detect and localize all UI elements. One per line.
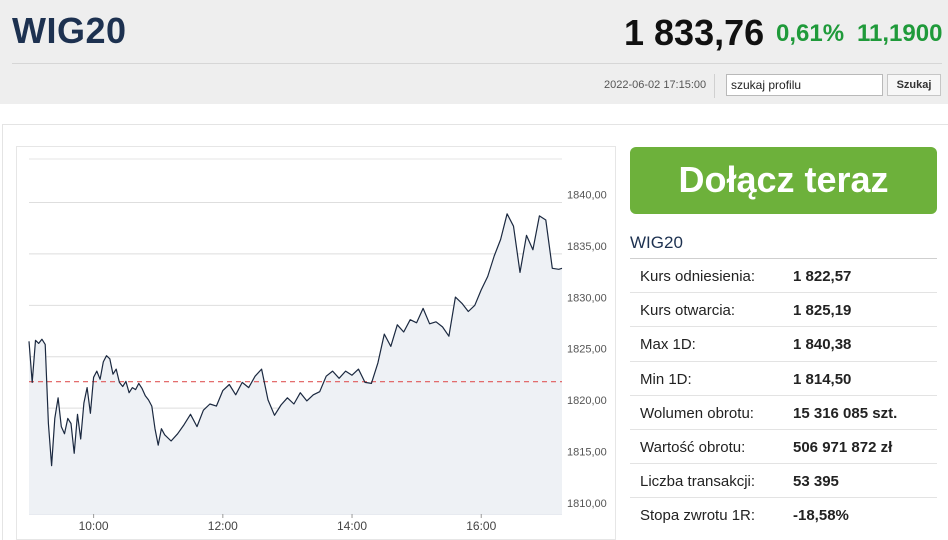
stats-row-label: Liczba transakcji: <box>640 473 756 491</box>
stats-row: Wartość obrotu: 506 971 872 zł <box>630 430 937 465</box>
y-tick-label: 1840,00 <box>567 190 607 202</box>
y-tick-label: 1825,00 <box>567 344 607 356</box>
x-tick-label: 16:00 <box>466 519 496 533</box>
stats-row-value: 506 971 872 zł <box>793 438 893 456</box>
x-tick-label: 12:00 <box>208 519 238 533</box>
y-tick-label: 1810,00 <box>567 498 607 510</box>
stats-row-label: Min 1D: <box>640 370 692 388</box>
chart-canvas: 1810,00 1815,00 1820,00 1825,00 1830,00 1835,… <box>28 158 607 533</box>
y-tick-label: 1835,00 <box>567 241 607 253</box>
stats-row-value: 1 822,57 <box>793 268 852 285</box>
search-divider <box>714 74 715 98</box>
stats-row-value: 1 840,38 <box>793 336 852 354</box>
stats-row-label: Max 1D: <box>640 336 696 354</box>
search-input[interactable] <box>726 74 883 96</box>
intraday-chart: 1810,00 1815,00 1820,00 1825,00 1830,00 1835,… <box>16 146 616 540</box>
quote-timestamp: 2022-06-02 17:15:00 <box>604 79 707 91</box>
stats-row-label: Wolumen obrotu: <box>640 404 754 422</box>
y-tick-label: 1815,00 <box>567 447 607 459</box>
y-tick-label: 1830,00 <box>567 292 607 304</box>
stats-row: Wolumen obrotu: 15 316 085 szt. <box>630 396 937 430</box>
stats-row: Kurs otwarcia: 1 825,19 <box>630 293 937 328</box>
change-absolute: 11,1900 <box>857 20 943 47</box>
stats-table: Kurs odniesienia: 1 822,57 Kurs otwarcia: 1… <box>630 259 937 533</box>
search-button[interactable]: Szukaj <box>887 74 941 96</box>
current-price: 1 833,76 <box>624 12 765 53</box>
stats-row: Min 1D: 1 814,50 <box>630 362 937 396</box>
y-tick-label: 1820,00 <box>567 395 607 407</box>
x-tick-label: 14:00 <box>337 519 367 533</box>
stats-row-value: 1 814,50 <box>793 370 852 388</box>
stats-row-value: 1 825,19 <box>793 302 852 320</box>
x-tick-label: 10:00 <box>79 519 109 533</box>
stats-row-label: Kurs odniesienia: <box>640 268 756 285</box>
change-percent: 0,61% <box>776 20 845 47</box>
quote-header: WIG20 1 833,76 0,61% 11,1900 2022-06-02 … <box>0 0 948 104</box>
join-now-button[interactable]: Dołącz teraz <box>630 147 937 214</box>
stats-row-label: Wartość obrotu: <box>640 438 746 456</box>
stats-row-value: -18,58% <box>793 507 849 525</box>
price-area <box>29 213 562 515</box>
stats-row-value: 15 316 085 szt. <box>793 404 898 422</box>
stats-row: Max 1D: 1 840,38 <box>630 327 937 362</box>
stats-row-label: Stopa zwrotu 1R: <box>640 507 756 525</box>
stats-row: Kurs odniesienia: 1 822,57 <box>630 259 937 294</box>
index-title: WIG20 <box>12 10 127 51</box>
stats-row-label: Kurs otwarcia: <box>640 302 736 320</box>
stats-row: Stopa zwrotu 1R: -18,58% <box>630 498 937 532</box>
stats-row-value: 53 395 <box>793 473 839 491</box>
header-divider <box>12 63 942 64</box>
stats-row: Liczba transakcji: 53 395 <box>630 464 937 499</box>
stats-panel-title: WIG20 <box>630 233 683 252</box>
